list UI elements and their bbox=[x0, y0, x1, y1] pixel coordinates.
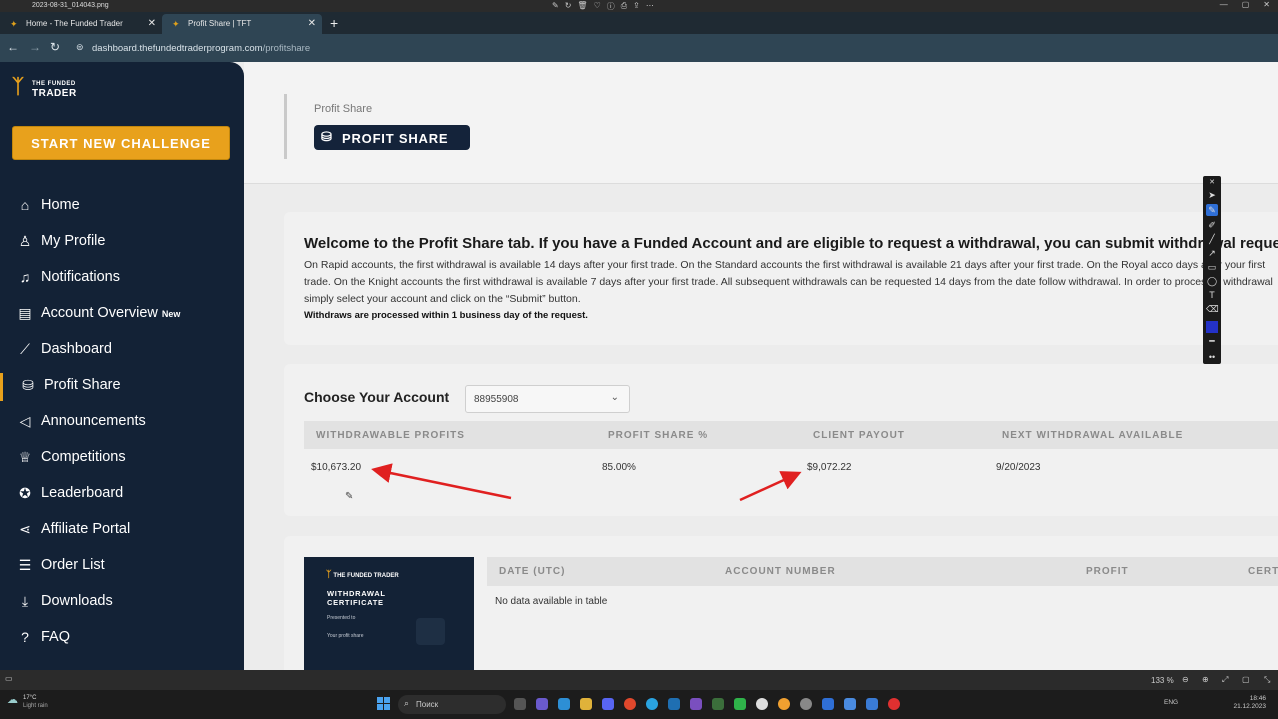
discord-icon[interactable] bbox=[602, 698, 614, 710]
taskbar-search[interactable]: ⌕ Поиск bbox=[398, 695, 506, 714]
close-window-icon[interactable]: ✕ bbox=[1263, 0, 1270, 9]
print-icon[interactable]: ⎙ bbox=[621, 1, 627, 12]
language-indicator[interactable]: ENG bbox=[1164, 699, 1178, 706]
rotate-icon[interactable]: ↻ bbox=[565, 1, 572, 12]
zoom-in-icon[interactable]: ⊕ bbox=[1202, 675, 1209, 684]
zoom-app-icon[interactable] bbox=[822, 698, 834, 710]
clock-date: 21.12.2023 bbox=[1233, 703, 1266, 710]
chrome-icon[interactable] bbox=[778, 698, 790, 710]
tab-title: Home - The Funded Trader bbox=[26, 19, 123, 28]
eraser-icon[interactable]: ⌫ bbox=[1206, 303, 1219, 315]
stroke-width-icon[interactable]: ━ bbox=[1206, 335, 1218, 347]
text-icon[interactable]: T bbox=[1206, 289, 1218, 301]
filmstrip-icon[interactable]: ▭ bbox=[5, 674, 13, 683]
weather-temp: 17°C bbox=[23, 695, 37, 701]
window-controls: — ▢ ✕ bbox=[1220, 0, 1270, 9]
rectangle-icon[interactable]: ▭ bbox=[1206, 261, 1218, 273]
app-icon[interactable] bbox=[734, 698, 746, 710]
delete-icon[interactable]: 🗑 bbox=[577, 1, 587, 12]
expand-icon[interactable]: ⤡ bbox=[1264, 675, 1270, 685]
forward-icon[interactable]: → bbox=[29, 40, 41, 54]
site-info-icon[interactable]: ⊜ bbox=[76, 42, 84, 53]
clock-time: 18:46 bbox=[1249, 695, 1266, 702]
telegram-icon[interactable] bbox=[646, 698, 658, 710]
record-icon[interactable] bbox=[888, 698, 900, 710]
favicon-icon: ✦ bbox=[172, 19, 180, 29]
task-view-icon[interactable] bbox=[514, 698, 526, 710]
arrow-to-payout bbox=[739, 471, 802, 502]
close-tab-icon[interactable]: ✕ bbox=[148, 18, 156, 29]
viewer-toolbar: ✎ ↻ 🗑 ♡ ⓘ ⎙ ⇪ ⋯ bbox=[552, 1, 654, 12]
taskbar: ☁ 17°C Light rain ⌕ Поиск ENG 18:46 21.1… bbox=[0, 690, 1278, 719]
app-icon[interactable] bbox=[866, 698, 878, 710]
clock[interactable]: 18:46 21.12.2023 bbox=[1226, 695, 1266, 711]
fit-icon[interactable]: ⤢ bbox=[1222, 675, 1228, 685]
app-icon[interactable] bbox=[668, 698, 680, 710]
url-host: dashboard.thefundedtraderprogram.com bbox=[92, 43, 263, 54]
zoom-level: 133 % bbox=[1151, 676, 1174, 685]
line-icon[interactable]: ╱ bbox=[1206, 233, 1218, 245]
browser-toolbar: ← → ↻ ⊜ dashboard.thefundedtraderprogram… bbox=[0, 34, 1278, 62]
reload-icon[interactable]: ↻ bbox=[50, 40, 60, 54]
annotation-toolbar: ✕ ➤ ✎ ✐ ╱ ↗ ▭ ◯ T ⌫ ━ •• bbox=[1203, 176, 1221, 364]
zoom-out-icon[interactable]: ⊖ bbox=[1182, 675, 1189, 684]
image-viewer-titlebar: 2023-08-31_014043.png ✎ ↻ 🗑 ♡ ⓘ ⎙ ⇪ ⋯ — … bbox=[0, 0, 1278, 12]
address-bar[interactable]: ⊜ dashboard.thefundedtraderprogram.com/p… bbox=[74, 39, 1264, 57]
color-swatch-icon[interactable] bbox=[1206, 321, 1218, 333]
back-icon[interactable]: ← bbox=[7, 40, 19, 54]
new-tab-icon[interactable]: + bbox=[330, 15, 338, 31]
ellipse-icon[interactable]: ◯ bbox=[1206, 275, 1218, 287]
arrow-to-profits bbox=[371, 463, 512, 500]
minimize-icon[interactable]: — bbox=[1220, 0, 1228, 9]
weather-desc: Light rain bbox=[23, 703, 48, 709]
url-path: /profitshare bbox=[262, 43, 311, 54]
info-icon[interactable]: ⓘ bbox=[607, 1, 615, 12]
app-icon[interactable] bbox=[800, 698, 812, 710]
edit-icon[interactable]: ✎ bbox=[552, 1, 559, 12]
more-icon[interactable]: ⋯ bbox=[646, 1, 654, 12]
highlighter-icon[interactable]: ✐ bbox=[1206, 219, 1218, 231]
browser-tab[interactable]: ✦ Home - The Funded Trader ✕ bbox=[0, 14, 162, 34]
tab-title: Profit Share | TFT bbox=[188, 19, 252, 28]
pen-cursor-icon: ✎ bbox=[345, 491, 353, 502]
app-icon[interactable] bbox=[712, 698, 724, 710]
web-page: ᛉ THE FUNDED TRADER START NEW CHALLENGE … bbox=[0, 62, 1278, 670]
search-placeholder: Поиск bbox=[416, 700, 439, 709]
app-icon[interactable] bbox=[690, 698, 702, 710]
viewer-statusbar: ▭ 133 % ⊖ ⊕ ⤢ ▢ ⤡ bbox=[0, 670, 1278, 690]
close-toolbar-icon[interactable]: ✕ bbox=[1206, 177, 1218, 189]
opera-icon[interactable] bbox=[624, 698, 636, 710]
browser-tab-active[interactable]: ✦ Profit Share | TFT ✕ bbox=[162, 14, 322, 34]
app-icon[interactable] bbox=[756, 698, 768, 710]
file-explorer-icon[interactable] bbox=[580, 698, 592, 710]
pen-icon[interactable]: ✎ bbox=[1206, 204, 1218, 216]
share-icon[interactable]: ⇪ bbox=[633, 1, 640, 12]
annotation-arrows: ✎ bbox=[345, 463, 802, 502]
fullscreen-icon[interactable]: ▢ bbox=[1242, 675, 1250, 684]
favorite-icon[interactable]: ♡ bbox=[594, 1, 601, 12]
search-icon: ⌕ bbox=[404, 698, 410, 708]
browser-tab-strip: ✦ Home - The Funded Trader ✕ ✦ Profit Sh… bbox=[0, 12, 1278, 34]
windows-start-icon[interactable] bbox=[377, 697, 391, 711]
favicon-icon: ✦ bbox=[10, 19, 18, 29]
collapse-icon[interactable]: •• bbox=[1206, 351, 1218, 363]
rain-cloud-icon: ☁ bbox=[7, 694, 18, 706]
close-tab-icon[interactable]: ✕ bbox=[308, 18, 316, 29]
monitor-app-icon[interactable] bbox=[558, 698, 570, 710]
arrow-tool-icon[interactable]: ↗ bbox=[1206, 247, 1218, 259]
app-icon[interactable] bbox=[844, 698, 856, 710]
pointer-icon[interactable]: ➤ bbox=[1206, 189, 1218, 201]
chat-app-icon[interactable] bbox=[536, 698, 548, 710]
maximize-icon[interactable]: ▢ bbox=[1242, 0, 1250, 9]
file-name: 2023-08-31_014043.png bbox=[32, 2, 109, 9]
